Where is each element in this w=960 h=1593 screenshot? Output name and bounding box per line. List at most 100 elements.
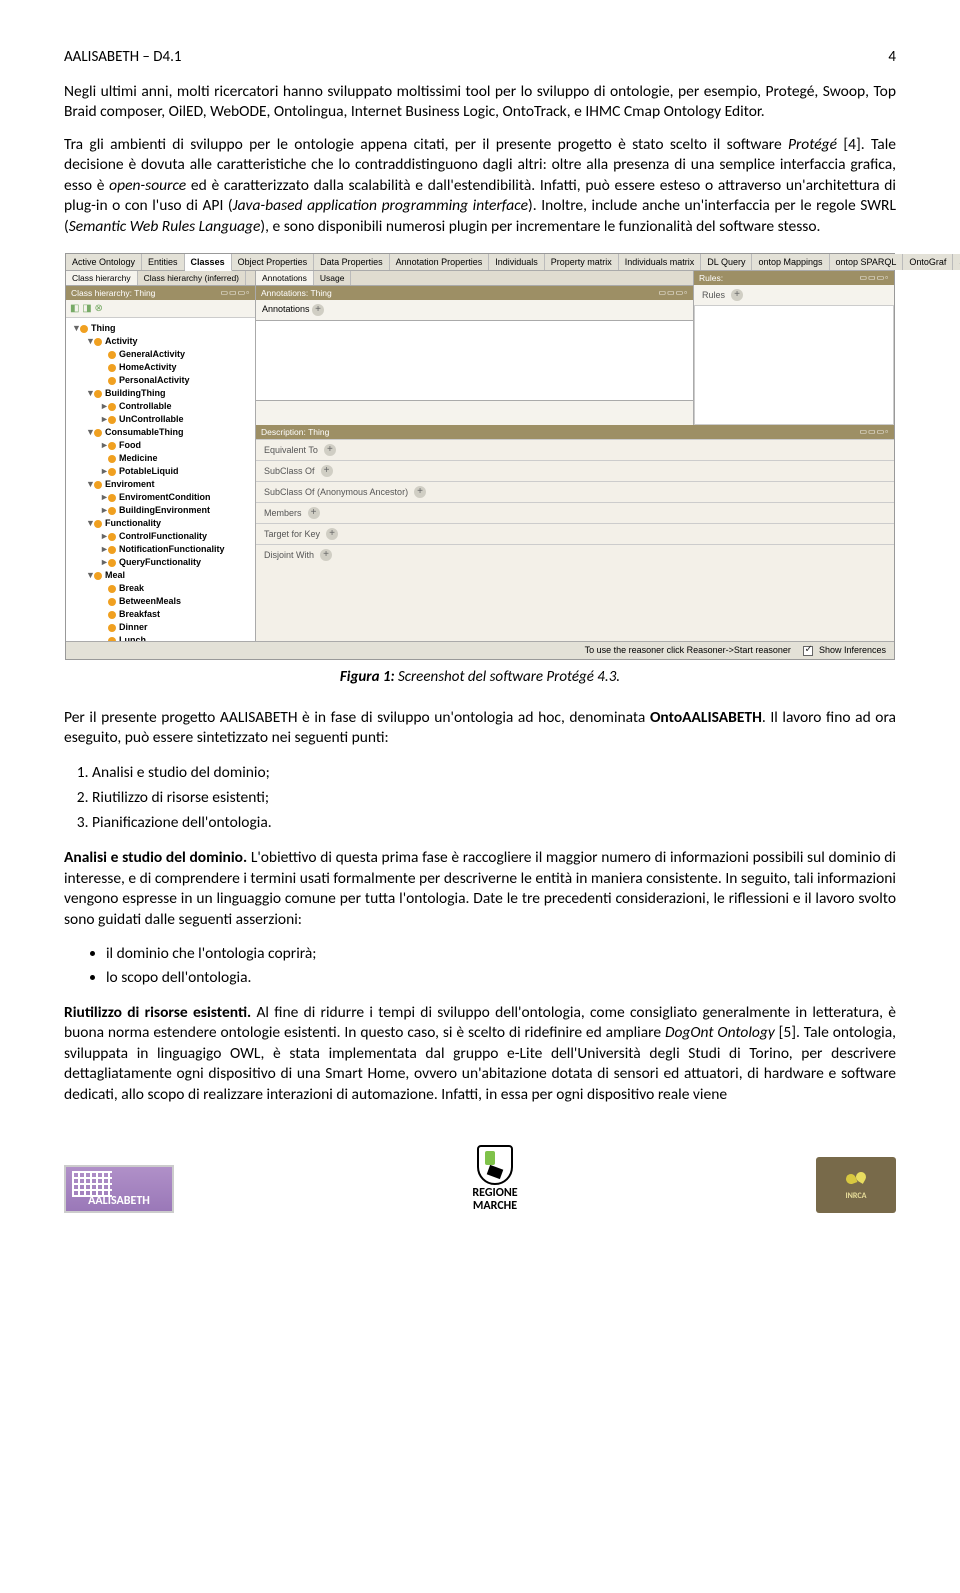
tree-node-consumablething[interactable]: ▼ConsumableThing	[72, 426, 253, 439]
main-tab-property-matrix[interactable]: Property matrix	[545, 254, 619, 270]
subtab-class-hierarchy[interactable]: Class hierarchy	[66, 271, 138, 285]
tree-node-functionality[interactable]: ▼Functionality	[72, 517, 253, 530]
desc-row-subclass-of-anonymous-ancestor-: SubClass Of (Anonymous Ancestor)+	[256, 481, 894, 502]
panel-header-buttons-icon[interactable]: ▭▭▭▫	[859, 427, 889, 437]
show-inferences-checkbox[interactable]	[803, 646, 813, 656]
main-tab-classes[interactable]: Classes	[185, 254, 232, 271]
paragraph-2: Tra gli ambienti di sviluppo per le onto…	[64, 135, 896, 237]
tree-node-controlfunctionality[interactable]: ►ControlFunctionality	[72, 530, 253, 543]
main-tab-individuals[interactable]: Individuals	[489, 254, 545, 270]
main-tab-ontop-sparql[interactable]: ontop SPARQL	[830, 254, 904, 270]
main-tab-sparql-query[interactable]: SPARQL Query	[953, 254, 960, 270]
aalisabeth-logo: AALISABETH	[64, 1165, 174, 1213]
numbered-list: Analisi e studio del dominio;Riutilizzo …	[92, 761, 896, 835]
panel-header-buttons-icon[interactable]: ▭▭▭▫	[220, 288, 250, 298]
annotations-section: Annotations +	[256, 300, 693, 321]
add-icon[interactable]: +	[326, 528, 338, 540]
main-tab-data-properties[interactable]: Data Properties	[314, 254, 390, 270]
bullet-list: il dominio che l'ontologia coprirà;lo sc…	[106, 942, 896, 989]
tree-node-betweenmeals[interactable]: BetweenMeals	[72, 595, 253, 608]
tree-node-homeactivity[interactable]: HomeActivity	[72, 361, 253, 374]
protege-screenshot: Active OntologyEntitiesClassesObject Pro…	[65, 253, 895, 660]
list-item: Analisi e studio del dominio;	[92, 761, 896, 784]
tree-node-medicine[interactable]: Medicine	[72, 452, 253, 465]
tree-node-buildingthing[interactable]: ▼BuildingThing	[72, 387, 253, 400]
tree-node-notificationfunctionality[interactable]: ►NotificationFunctionality	[72, 543, 253, 556]
tree-node-enviroment[interactable]: ▼Enviroment	[72, 478, 253, 491]
header-right: 4	[888, 48, 896, 66]
description-panel-header: Description: Thing ▭▭▭▫	[256, 425, 894, 439]
main-tab-individuals-matrix[interactable]: Individuals matrix	[619, 254, 702, 270]
add-icon[interactable]: +	[321, 465, 333, 477]
annotations-panel-header: Annotations: Thing ▭▭▭▫	[256, 286, 693, 300]
add-icon[interactable]: +	[308, 507, 320, 519]
tree-node-lunch[interactable]: Lunch	[72, 634, 253, 641]
main-tab-dl-query[interactable]: DL Query	[701, 254, 752, 270]
class-tree[interactable]: ▼Thing▼Activity GeneralActivity HomeActi…	[66, 318, 255, 641]
rules-list	[694, 305, 894, 425]
add-rule-icon[interactable]: +	[731, 289, 743, 301]
tree-toolbar[interactable]: ◧ ◨ ⊗	[66, 300, 255, 318]
tree-node-personalactivity[interactable]: PersonalActivity	[72, 374, 253, 387]
main-tab-active-ontology[interactable]: Active Ontology	[66, 254, 142, 270]
bullet-item: lo scopo dell'ontologia.	[106, 966, 896, 989]
tree-node-food[interactable]: ►Food	[72, 439, 253, 452]
main-tab-object-properties[interactable]: Object Properties	[232, 254, 315, 270]
tree-node-break[interactable]: Break	[72, 582, 253, 595]
paragraph-4: Analisi e studio del dominio. L'obiettiv…	[64, 848, 896, 930]
tree-node-enviromentcondition[interactable]: ►EnviromentCondition	[72, 491, 253, 504]
inrca-logo: INRCA	[816, 1157, 896, 1213]
bullet-item: il dominio che l'ontologia coprirà;	[106, 942, 896, 965]
subtab-usage[interactable]: Usage	[314, 271, 352, 285]
tree-node-breakfast[interactable]: Breakfast	[72, 608, 253, 621]
main-tab-entities[interactable]: Entities	[142, 254, 185, 270]
main-tabs: Active OntologyEntitiesClassesObject Pro…	[66, 254, 894, 271]
add-icon[interactable]: +	[414, 486, 426, 498]
annotations-area	[256, 321, 693, 401]
paragraph-1: Negli ultimi anni, molti ricercatori han…	[64, 82, 896, 123]
subtab-annotations[interactable]: Annotations	[256, 271, 314, 285]
add-icon[interactable]: +	[324, 444, 336, 456]
page-header: AALISABETH – D4.1 4	[64, 48, 896, 66]
left-subtabs: Class hierarchy Class hierarchy (inferre…	[66, 271, 255, 286]
tree-node-uncontrollable[interactable]: ►UnControllable	[72, 413, 253, 426]
desc-row-disjoint-with: Disjoint With+	[256, 544, 894, 565]
rules-panel-header: Rules: ▭▭▭▫	[694, 271, 894, 285]
figure-caption: Figura 1: Screenshot del software Protég…	[64, 668, 896, 686]
subtab-class-hierarchy-inferred[interactable]: Class hierarchy (inferred)	[138, 271, 246, 285]
tree-node-potableliquid[interactable]: ►PotableLiquid	[72, 465, 253, 478]
shield-icon	[477, 1145, 513, 1185]
tree-node-meal[interactable]: ▼Meal	[72, 569, 253, 582]
desc-row-target-for-key: Target for Key+	[256, 523, 894, 544]
list-item: Riutilizzo di risorse esistenti;	[92, 786, 896, 809]
rules-add-row: Rules +	[694, 285, 894, 305]
tree-node-activity[interactable]: ▼Activity	[72, 335, 253, 348]
list-item: Pianificazione dell'ontologia.	[92, 811, 896, 834]
desc-row-equivalent-to: Equivalent To+	[256, 439, 894, 460]
status-bar: To use the reasoner click Reasoner->Star…	[66, 641, 894, 659]
tree-node-dinner[interactable]: Dinner	[72, 621, 253, 634]
page-footer: AALISABETH REGIONE MARCHE INRCA	[0, 1117, 960, 1229]
desc-row-members: Members+	[256, 502, 894, 523]
main-tab-ontograf[interactable]: OntoGraf	[903, 254, 953, 270]
rules-label-text: Rules	[702, 290, 725, 300]
tree-node-thing[interactable]: ▼Thing	[72, 322, 253, 335]
tree-node-queryfunctionality[interactable]: ►QueryFunctionality	[72, 556, 253, 569]
tree-node-generalactivity[interactable]: GeneralActivity	[72, 348, 253, 361]
main-tab-ontop-mappings[interactable]: ontop Mappings	[752, 254, 829, 270]
header-left: AALISABETH – D4.1	[64, 48, 182, 66]
tree-node-buildingenvironment[interactable]: ►BuildingEnvironment	[72, 504, 253, 517]
right-subtabs: Annotations Usage	[256, 271, 693, 286]
desc-row-subclass-of: SubClass Of+	[256, 460, 894, 481]
add-annotation-icon[interactable]: +	[312, 304, 324, 316]
paragraph-3: Per il presente progetto AALISABETH è in…	[64, 708, 896, 749]
regione-marche-logo: REGIONE MARCHE	[472, 1145, 517, 1213]
left-panel-header: Class hierarchy: Thing ▭▭▭▫	[66, 286, 255, 300]
flower-icon	[844, 1170, 868, 1190]
panel-header-buttons-icon[interactable]: ▭▭▭▫	[859, 273, 889, 283]
tree-node-controllable[interactable]: ►Controllable	[72, 400, 253, 413]
add-icon[interactable]: +	[320, 549, 332, 561]
paragraph-5: Riutilizzo di risorse esistenti. Al fine…	[64, 1003, 896, 1105]
panel-header-buttons-icon[interactable]: ▭▭▭▫	[658, 288, 688, 298]
main-tab-annotation-properties[interactable]: Annotation Properties	[390, 254, 490, 270]
